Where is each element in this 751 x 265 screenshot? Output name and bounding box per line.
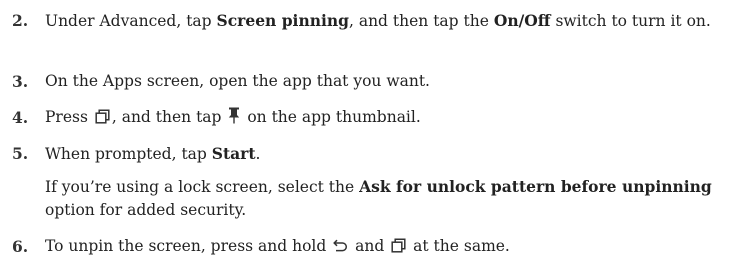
step-5-note: If you’re using a lock screen, select th…: [45, 177, 712, 219]
pin-icon: [228, 107, 240, 124]
step-number: 4.: [12, 108, 29, 127]
back-icon: [333, 239, 348, 253]
screen-pinning-term: Screen pinning: [216, 11, 349, 30]
step-text: On the Apps screen, open the app that yo…: [45, 72, 430, 90]
step-number: 6.: [12, 237, 29, 256]
step-text: When prompted, tap Start.: [45, 144, 261, 163]
recent-apps-icon: [391, 238, 406, 253]
step-number: 2.: [12, 11, 29, 30]
step-text: Press , and then tap on the app thumbnai…: [45, 107, 421, 126]
recent-apps-icon: [95, 109, 110, 124]
start-term: Start: [211, 144, 256, 163]
unlock-pattern-term: Ask for unlock pattern before unpinning: [359, 177, 712, 196]
step-number: 3.: [12, 72, 29, 91]
step-text: Under Advanced, tap Screen pinning, and …: [45, 11, 711, 30]
on-off-term: On/Off: [493, 11, 551, 30]
step-number: 5.: [12, 144, 29, 163]
step-text: To unpin the screen, press and hold and …: [45, 237, 510, 255]
instruction-list: 2. Under Advanced, tap Screen pinning, a…: [0, 0, 751, 265]
